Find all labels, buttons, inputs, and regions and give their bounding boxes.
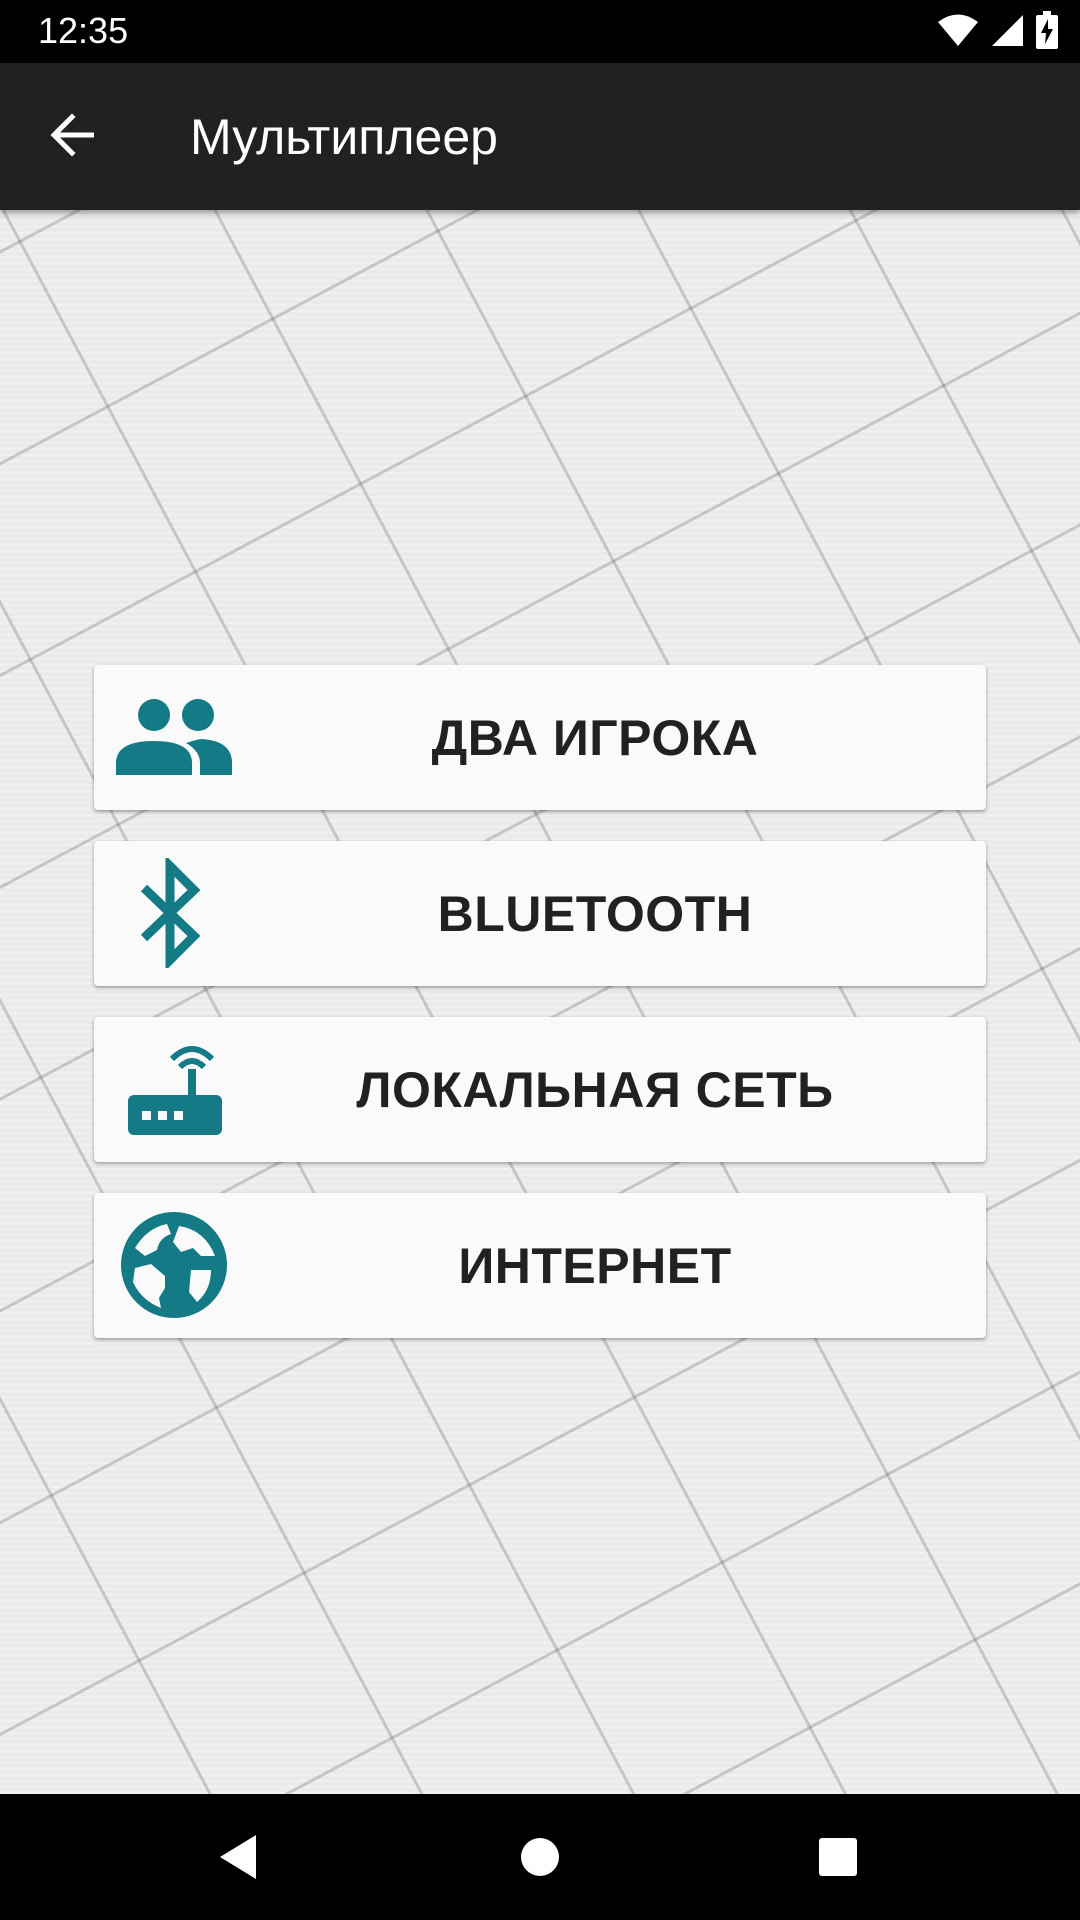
home-circle-icon	[520, 1837, 560, 1882]
bluetooth-button[interactable]: BLUETOOTH	[94, 841, 986, 986]
nav-home-button[interactable]	[500, 1819, 580, 1899]
status-icons	[938, 10, 1058, 54]
local-network-button[interactable]: ЛОКАЛЬНАЯ СЕТЬ	[94, 1017, 986, 1162]
bluetooth-label: BLUETOOTH	[437, 885, 753, 942]
app-bar: Мультиплеер	[0, 63, 1080, 210]
nav-recents-button[interactable]	[798, 1819, 878, 1899]
local-network-label: ЛОКАЛЬНАЯ СЕТЬ	[356, 1061, 834, 1118]
arrow-back-icon	[48, 112, 96, 162]
wifi-icon	[938, 13, 978, 52]
two-players-label: ДВА ИГРОКА	[431, 709, 759, 766]
back-triangle-icon	[216, 1833, 260, 1886]
page-title: Мультиплеер	[190, 109, 498, 165]
battery-charging-icon	[1036, 10, 1058, 54]
nav-back-button[interactable]	[198, 1819, 278, 1899]
main-content: ДВА ИГРОКА BLUETOOTH ЛОКАЛЬНАЯ СЕТЬ ИНТЕ…	[0, 210, 1080, 1794]
internet-label: ИНТЕРНЕТ	[458, 1237, 732, 1294]
back-button[interactable]	[36, 109, 108, 165]
system-nav-bar	[0, 1794, 1080, 1920]
two-players-button[interactable]: ДВА ИГРОКА	[94, 665, 986, 810]
cell-signal-icon	[990, 13, 1024, 52]
internet-button[interactable]: ИНТЕРНЕТ	[94, 1193, 986, 1338]
status-time: 12:35	[38, 10, 129, 51]
recents-square-icon	[818, 1837, 858, 1882]
status-bar: 12:35	[0, 0, 1080, 63]
